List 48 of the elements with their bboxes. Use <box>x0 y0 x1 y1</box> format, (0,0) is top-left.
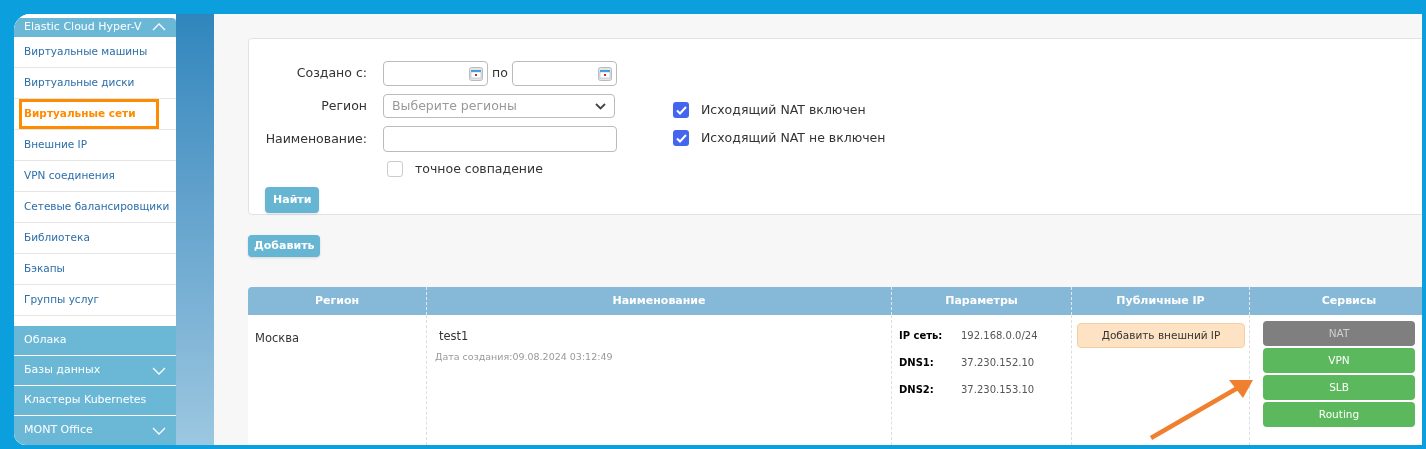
nat-checkbox[interactable] <box>673 130 689 147</box>
param-value: 192.168.0.0/24 <box>961 329 1039 343</box>
date-from-field[interactable] <box>383 61 488 86</box>
param-label: DNS2: <box>899 383 935 397</box>
column-header: Параметры <box>891 287 1071 315</box>
chevron-down-icon <box>152 426 166 435</box>
sidebar-section[interactable]: MONT Office <box>14 416 176 445</box>
network-name[interactable]: test1 <box>435 328 469 346</box>
column-header: Публичные IP <box>1071 287 1249 315</box>
region-label: Регион <box>320 96 367 115</box>
nat-option-label: Исходящий NAT включен <box>701 101 866 119</box>
param-value: 37.230.153.10 <box>961 383 1036 397</box>
service-button[interactable]: Routing <box>1263 402 1415 427</box>
add-external-ip-button[interactable]: Добавить внешний IP <box>1077 323 1245 349</box>
calendar-icon[interactable] <box>597 66 612 81</box>
param-value: 37.230.152.10 <box>961 356 1036 370</box>
calendar-icon[interactable] <box>469 66 483 81</box>
sidebar-section[interactable]: Облака <box>14 326 176 355</box>
date-to-field[interactable] <box>511 61 617 86</box>
nat-option-label: Исходящий NAT не включен <box>701 128 886 147</box>
param-label: IP сеть: <box>899 329 944 343</box>
exact-match-checkbox[interactable] <box>387 161 403 178</box>
service-button[interactable]: SLB <box>1263 375 1415 400</box>
sidebar-group-header[interactable]: Elastic Cloud Hyper-V <box>14 18 176 37</box>
param-label: DNS1: <box>899 356 935 370</box>
service-button[interactable]: VPN <box>1263 348 1415 373</box>
sidebar-item[interactable]: Виртуальные сети <box>14 98 176 130</box>
region-cell: Москва <box>255 331 300 345</box>
column-header: Сервисы <box>1249 287 1422 315</box>
column-header: Наименование <box>426 287 891 315</box>
group-title: Elastic Cloud Hyper-V <box>24 19 142 36</box>
chevron-down-icon <box>152 366 166 375</box>
column-header: Регион <box>313 292 361 309</box>
name-field[interactable] <box>383 126 617 152</box>
chevron-up-icon <box>152 23 166 32</box>
exact-match-label: точное совпадение <box>415 160 543 178</box>
creation-date: Дата создания:09.08.2024 03:12:49 <box>435 350 613 365</box>
name-label: Наименование: <box>265 129 367 148</box>
sidebar-section[interactable]: Кластеры Kubernetes <box>14 386 176 415</box>
created-from-label: Создано с: <box>295 64 367 83</box>
region-select[interactable]: Выберите регионы <box>383 94 615 118</box>
add-button[interactable]: Добавить <box>248 234 321 257</box>
nat-checkbox[interactable] <box>673 102 689 119</box>
chevron-down-icon <box>595 102 606 110</box>
search-button[interactable]: Найти <box>265 186 320 213</box>
sidebar-section[interactable]: Базы данных <box>14 356 176 385</box>
to-label: по <box>492 64 508 83</box>
service-button[interactable]: NAT <box>1263 321 1415 346</box>
